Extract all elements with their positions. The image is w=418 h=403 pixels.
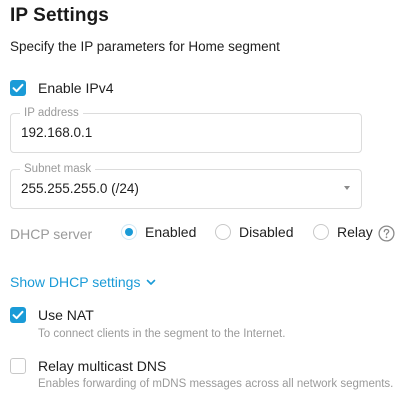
- radio-unselected-icon: [313, 224, 329, 240]
- use-nat-checkbox[interactable]: Use NAT: [10, 307, 94, 323]
- page-subtitle: Specify the IP parameters for Home segme…: [10, 39, 280, 54]
- checkbox-checked-icon: [10, 307, 26, 323]
- ip-address-legend: IP address: [20, 106, 83, 120]
- ip-address-value: 192.168.0.1: [21, 125, 93, 140]
- dhcp-server-label: DHCP server: [10, 226, 93, 242]
- dhcp-disabled-radio[interactable]: Disabled: [215, 224, 293, 240]
- dropdown-caret-icon: [344, 186, 350, 190]
- enable-ipv4-label: Enable IPv4: [38, 80, 114, 96]
- show-dhcp-settings-link[interactable]: Show DHCP settings: [10, 274, 156, 290]
- relay-mdns-label: Relay multicast DNS: [38, 358, 167, 374]
- checkbox-checked-icon: [10, 80, 26, 96]
- ip-address-field[interactable]: IP address 192.168.0.1: [10, 106, 362, 153]
- relay-mdns-checkbox[interactable]: Relay multicast DNS: [10, 358, 166, 374]
- radio-selected-icon: [121, 224, 137, 240]
- subnet-mask-value: 255.255.255.0 (/24): [21, 181, 139, 196]
- subnet-mask-legend: Subnet mask: [20, 162, 96, 176]
- chevron-down-icon: [147, 279, 156, 285]
- radio-unselected-icon: [215, 224, 231, 240]
- page-title: IP Settings: [10, 5, 109, 26]
- dhcp-relay-label: Relay: [337, 224, 373, 240]
- dhcp-relay-radio[interactable]: Relay: [313, 224, 373, 240]
- ip-settings-panel: IP Settings Specify the IP parameters fo…: [0, 0, 418, 403]
- help-icon[interactable]: [378, 225, 395, 247]
- dhcp-enabled-label: Enabled: [145, 224, 197, 240]
- dhcp-enabled-radio[interactable]: Enabled: [121, 224, 196, 240]
- enable-ipv4-checkbox[interactable]: Enable IPv4: [10, 80, 114, 96]
- subnet-mask-select[interactable]: Subnet mask 255.255.255.0 (/24): [10, 162, 362, 209]
- use-nat-hint: To connect clients in the segment to the…: [38, 328, 286, 340]
- checkbox-unchecked-icon: [10, 358, 26, 374]
- relay-mdns-hint: Enables forwarding of mDNS messages acro…: [38, 378, 394, 390]
- show-dhcp-settings-label: Show DHCP settings: [10, 274, 141, 290]
- use-nat-label: Use NAT: [38, 307, 94, 323]
- dhcp-disabled-label: Disabled: [239, 224, 294, 240]
